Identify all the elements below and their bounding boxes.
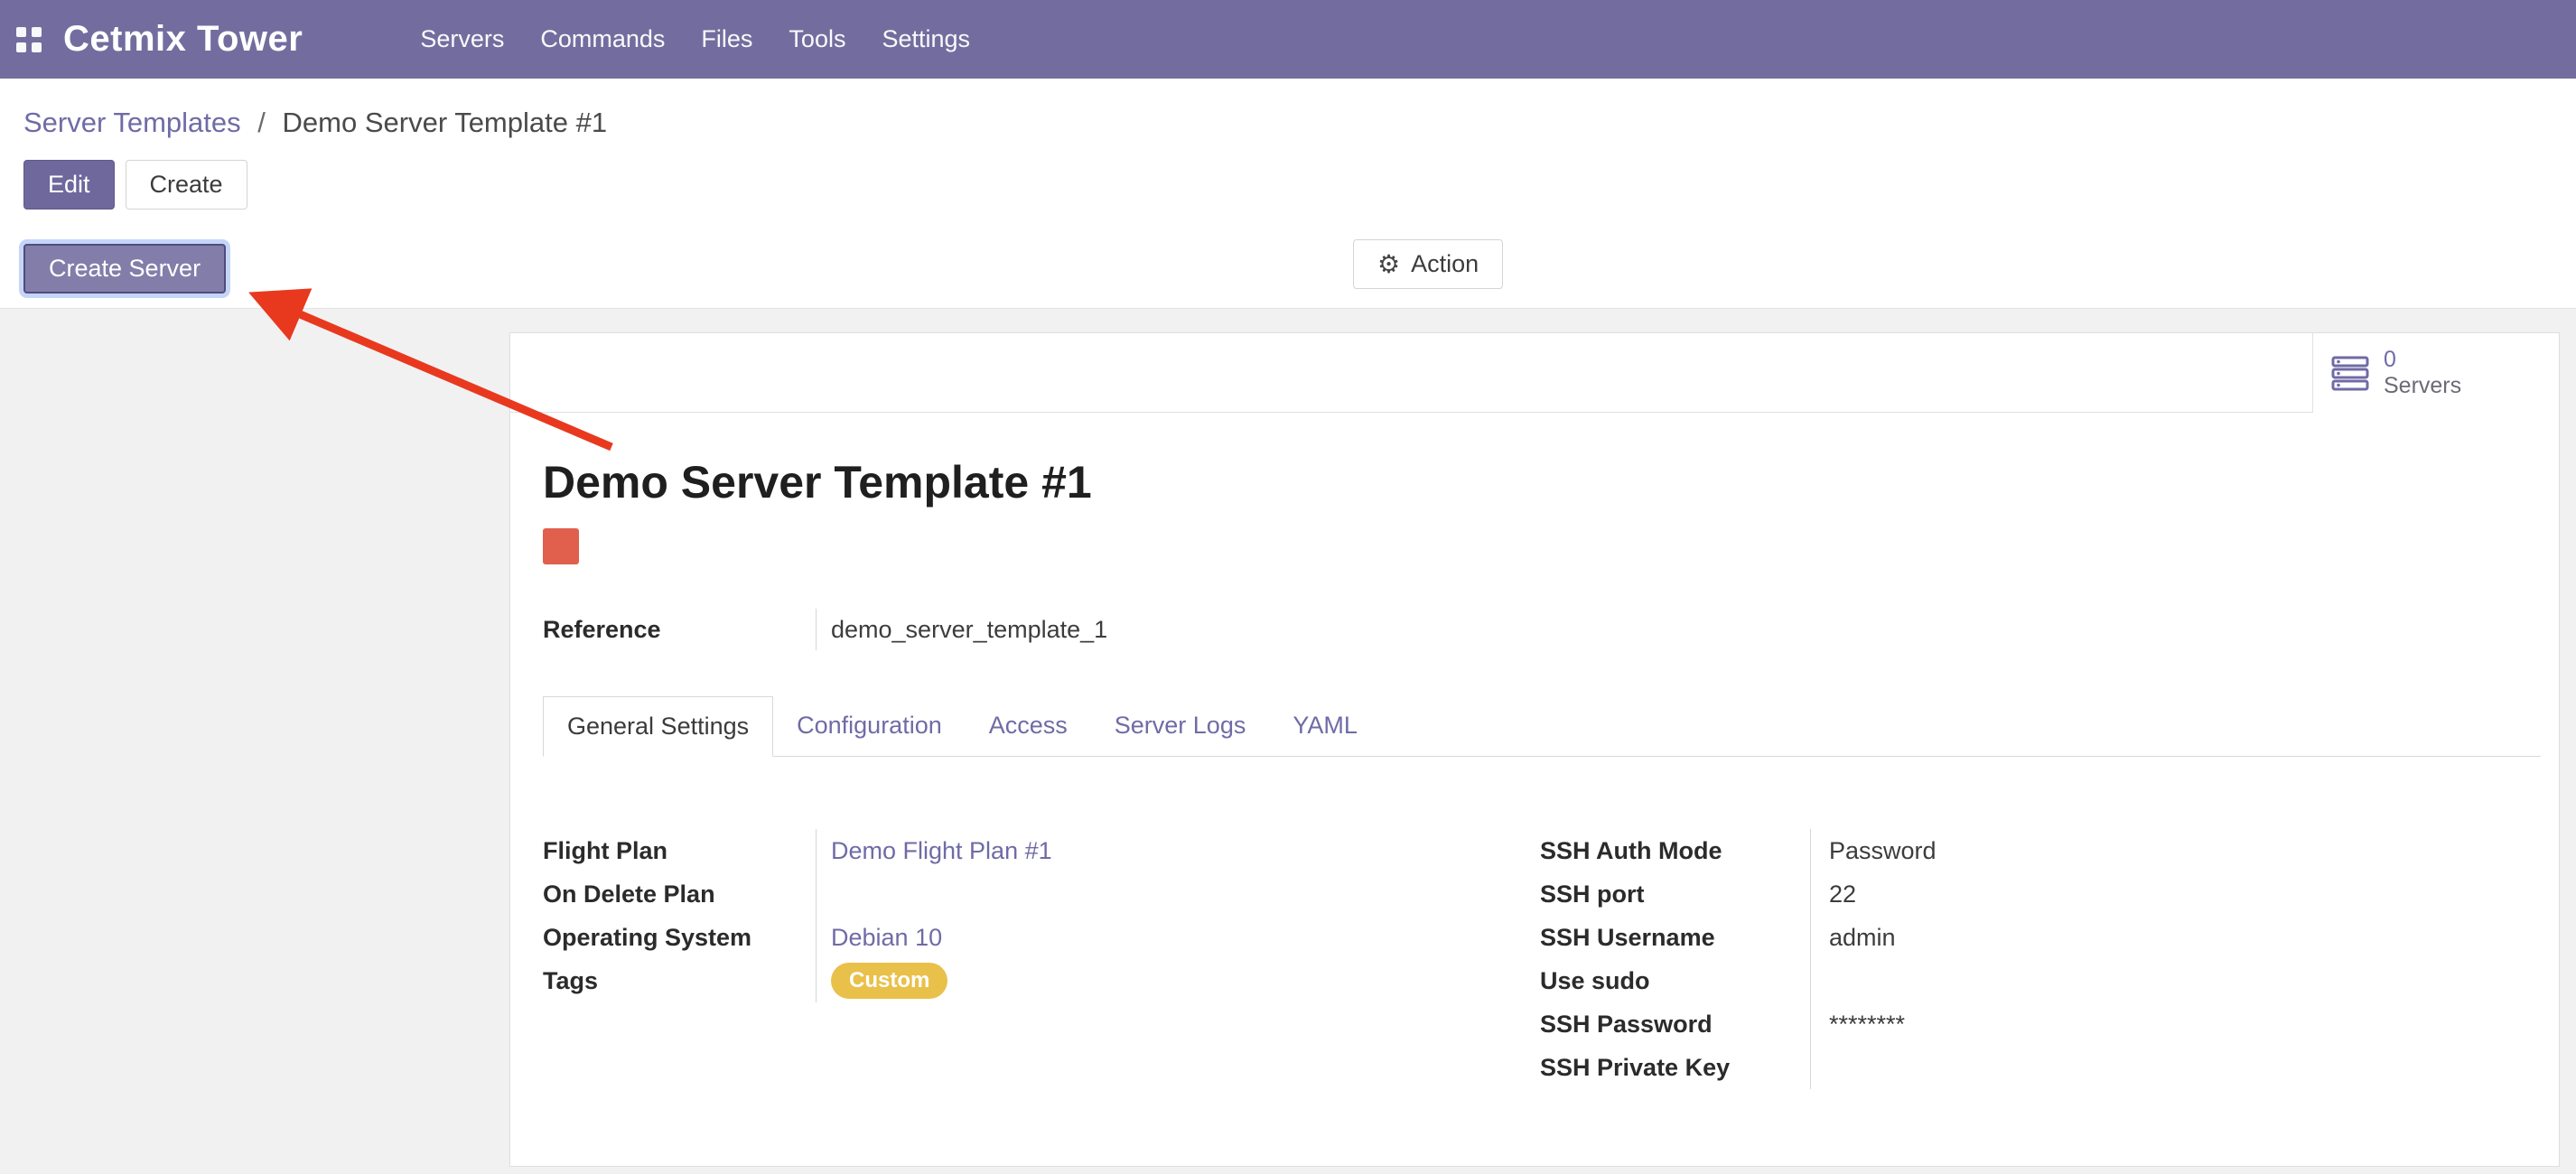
breadcrumb-separator: / (248, 107, 275, 138)
operating-system-link[interactable]: Debian 10 (831, 924, 942, 952)
action-button[interactable]: ⚙ Action (1353, 239, 1503, 289)
breadcrumb-parent-link[interactable]: Server Templates (23, 107, 241, 138)
field-row: SSH Private Key (1540, 1046, 2443, 1089)
control-panel: Server Templates / Demo Server Template … (0, 79, 2576, 224)
ssh-port-value: 22 (1810, 872, 2443, 916)
secondary-button-row: Create Server (0, 224, 2576, 309)
apps-grid-icon[interactable] (16, 27, 42, 52)
right-field-group: SSH Auth Mode Password SSH port 22 SSH U… (1540, 829, 2443, 1089)
color-swatch[interactable] (543, 528, 579, 564)
tab-access[interactable]: Access (966, 696, 1091, 757)
tab-configuration[interactable]: Configuration (773, 696, 966, 757)
field-row: Tags Custom (543, 959, 1540, 1002)
ssh-auth-mode-value: Password (1810, 829, 2443, 872)
create-server-button[interactable]: Create Server (23, 244, 226, 294)
ssh-password-value: ******** (1810, 1002, 2443, 1046)
field-row: SSH Auth Mode Password (1540, 829, 2443, 872)
field-row: SSH Password ******** (1540, 1002, 2443, 1046)
menu-tools[interactable]: Tools (770, 0, 863, 79)
reference-label: Reference (543, 616, 816, 644)
edit-button[interactable]: Edit (23, 160, 115, 210)
menu-settings[interactable]: Settings (863, 0, 988, 79)
top-navbar: Cetmix Tower Servers Commands Files Tool… (0, 0, 2576, 79)
ssh-private-key-value (1810, 1046, 2443, 1089)
ssh-private-key-label: SSH Private Key (1540, 1054, 1810, 1082)
main-menu: Servers Commands Files Tools Settings (402, 0, 988, 79)
on-delete-plan-value (816, 872, 1540, 916)
ssh-auth-mode-label: SSH Auth Mode (1540, 837, 1810, 865)
brand-title: Cetmix Tower (63, 19, 303, 60)
gear-icon: ⚙ (1377, 252, 1400, 277)
action-button-label: Action (1411, 250, 1479, 278)
reference-field: Reference demo_server_template_1 (543, 608, 1446, 651)
create-button[interactable]: Create (126, 160, 247, 210)
use-sudo-label: Use sudo (1540, 967, 1810, 995)
servers-label: Servers (2384, 373, 2461, 399)
notebook-tabs: General Settings Configuration Access Se… (543, 696, 2559, 757)
menu-files[interactable]: Files (683, 0, 770, 79)
stat-text: 0 Servers (2384, 347, 2461, 399)
form-sheet: 0 Servers Demo Server Template #1 Refere… (509, 332, 2560, 1167)
field-row: SSH Username admin (1540, 916, 2443, 959)
ssh-password-label: SSH Password (1540, 1011, 1810, 1039)
page-title: Demo Server Template #1 (543, 456, 2559, 508)
servers-stat-button[interactable]: 0 Servers (2312, 333, 2559, 413)
field-row: Reference demo_server_template_1 (543, 608, 1446, 651)
control-panel-buttons: Edit Create (23, 160, 2553, 210)
menu-servers[interactable]: Servers (402, 0, 522, 79)
servers-count: 0 (2384, 347, 2461, 373)
use-sudo-value (1810, 959, 2443, 1002)
tag-custom[interactable]: Custom (831, 963, 947, 999)
servers-icon (2331, 354, 2369, 392)
breadcrumb: Server Templates / Demo Server Template … (23, 106, 2553, 140)
content-area: 0 Servers Demo Server Template #1 Refere… (0, 309, 2576, 1174)
menu-commands[interactable]: Commands (522, 0, 683, 79)
field-groups: Flight Plan Demo Flight Plan #1 On Delet… (543, 829, 2559, 1089)
field-row: Operating System Debian 10 (543, 916, 1540, 959)
field-row: On Delete Plan (543, 872, 1540, 916)
field-row: SSH port 22 (1540, 872, 2443, 916)
tab-bar: General Settings Configuration Access Se… (543, 696, 2541, 757)
tags-label: Tags (543, 967, 816, 995)
on-delete-plan-label: On Delete Plan (543, 880, 816, 908)
ssh-username-value: admin (1810, 916, 2443, 959)
field-row: Flight Plan Demo Flight Plan #1 (543, 829, 1540, 872)
stat-button-box: 0 Servers (510, 333, 2559, 413)
ssh-username-label: SSH Username (1540, 924, 1810, 952)
field-row: Use sudo (1540, 959, 2443, 1002)
ssh-port-label: SSH port (1540, 880, 1810, 908)
tab-general-settings[interactable]: General Settings (543, 696, 773, 757)
tab-server-logs[interactable]: Server Logs (1091, 696, 1270, 757)
left-field-group: Flight Plan Demo Flight Plan #1 On Delet… (543, 829, 1540, 1089)
tab-yaml[interactable]: YAML (1269, 696, 1381, 757)
flight-plan-link[interactable]: Demo Flight Plan #1 (831, 837, 1052, 865)
reference-value: demo_server_template_1 (816, 609, 1446, 650)
breadcrumb-current: Demo Server Template #1 (283, 107, 608, 138)
operating-system-label: Operating System (543, 924, 816, 952)
flight-plan-label: Flight Plan (543, 837, 816, 865)
